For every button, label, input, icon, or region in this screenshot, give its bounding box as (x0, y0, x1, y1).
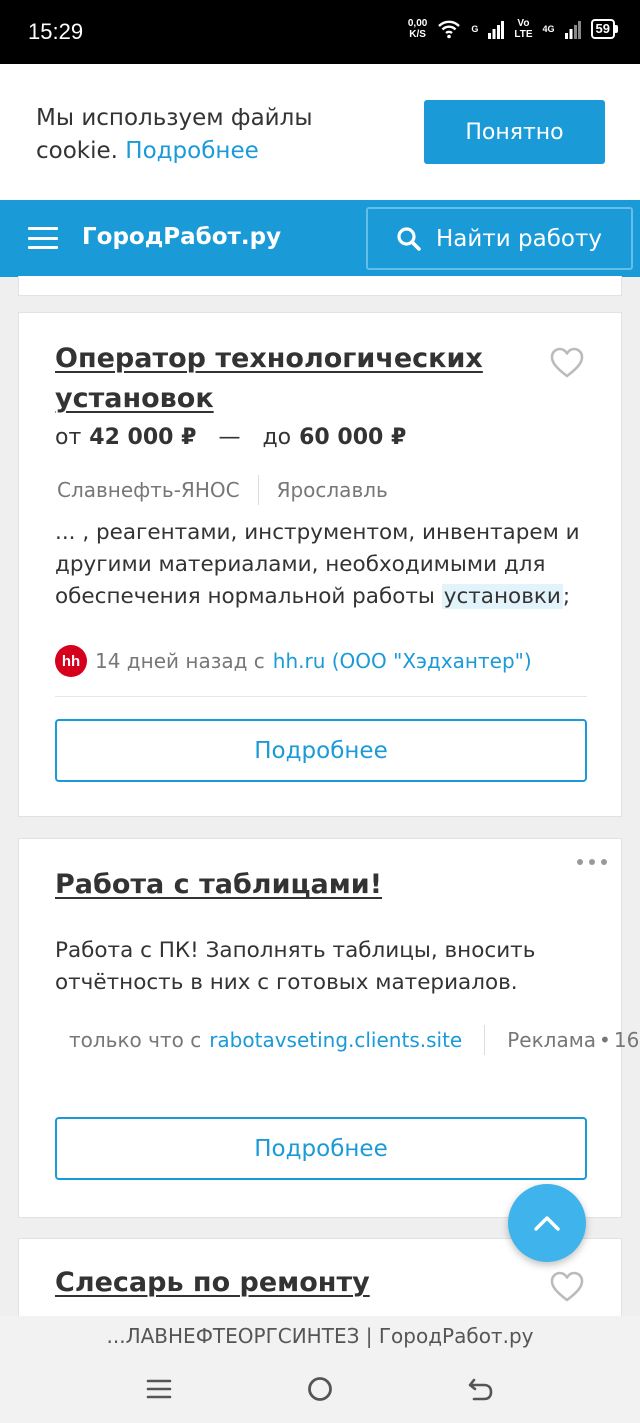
source-link[interactable]: hh.ru (ООО "Хэдхантер") (273, 649, 532, 673)
status-time: 15:29 (28, 19, 84, 44)
site-logo[interactable]: ГородРабот.ру (82, 224, 281, 250)
recent-apps-icon[interactable] (142, 1372, 176, 1406)
system-nav-bar (0, 1356, 640, 1423)
scroll-to-top-button[interactable] (508, 1184, 586, 1262)
cookie-accept-button[interactable]: Понятно (424, 100, 605, 164)
source-time: 14 дней назад с (95, 649, 265, 673)
home-circle-icon[interactable] (303, 1372, 337, 1406)
salary-dash: — (218, 425, 241, 450)
ad-label: Реклама (507, 1028, 597, 1052)
ad-age: 16 (613, 1028, 640, 1052)
vacancy-meta: Славнефть-ЯНОС Ярославль (57, 475, 388, 505)
vacancy-more-button[interactable]: Подробнее (55, 719, 587, 782)
signal-icon (488, 21, 505, 39)
find-job-label: Найти работу (436, 225, 602, 252)
network-speed: 0,00 K/S (408, 18, 427, 40)
ad-text: Работа с ПК! Заполнять таблицы, вносить … (55, 938, 536, 995)
ad-source: только что с rabotavseting.clients.site … (69, 1025, 639, 1055)
status-bar: 15:29 0,00 K/S G Vo LTE 4G 59 (0, 0, 640, 64)
search-icon (397, 226, 421, 251)
more-dots-icon[interactable] (577, 859, 607, 867)
cookie-banner: Мы используем файлы cookie. Подробнее По… (0, 64, 640, 200)
salary-from: 42 000 ₽ (89, 425, 197, 450)
status-icons: 0,00 K/S G Vo LTE 4G 59 (408, 18, 618, 40)
battery-icon: 59 (590, 19, 618, 39)
network-tag-g: G (471, 24, 479, 34)
back-arrow-icon[interactable] (464, 1372, 498, 1406)
hh-logo: hh (55, 645, 87, 677)
battery-level: 59 (590, 19, 615, 39)
meta-divider (257, 475, 259, 505)
signal-icon-2 (564, 21, 581, 39)
wifi-icon (438, 20, 461, 39)
ad-source-link[interactable]: rabotavseting.clients.site (209, 1028, 462, 1052)
chevron-up-icon (534, 1216, 560, 1231)
vacancy-title[interactable]: Слесарь по ремонту (55, 1263, 525, 1303)
ad-more-button[interactable]: Подробнее (55, 1117, 587, 1180)
network-tag-volte: Vo LTE (514, 18, 533, 40)
vacancy-card: Оператор технологических установок от 42… (18, 312, 622, 817)
site-header: ГородРабот.ру Найти работу (0, 200, 640, 277)
salary-to-prefix: до (262, 425, 292, 450)
cookie-more-link[interactable]: Подробнее (125, 138, 258, 164)
vacancy-company: Славнефть-ЯНОС (57, 478, 240, 502)
ad-card: Работа с таблицами! Работа с ПК! Заполня… (18, 838, 639, 1218)
vacancy-snippet: ... , реагентами, инструментом, инвентар… (55, 520, 580, 609)
vacancy-salary: от 42 000 ₽ — до 60 000 ₽ (55, 425, 406, 450)
heart-outline-icon[interactable] (549, 345, 585, 381)
heart-outline-icon[interactable] (549, 1269, 585, 1305)
page-title-bar: ...ЛАВНЕФТЕОРГСИНТЕЗ | ГородРабот.ру (0, 1316, 640, 1356)
ad-source-time: только что с (69, 1028, 202, 1052)
snippet-highlight: установки (441, 584, 563, 609)
network-speed-unit: K/S (409, 29, 426, 40)
salary-to: 60 000 ₽ (299, 425, 407, 450)
previous-card-bottom (18, 276, 622, 296)
vacancy-source: hh 14 дней назад с hh.ru (ООО "Хэдхантер… (55, 645, 532, 677)
network-tag-4g: 4G (542, 24, 555, 34)
vacancy-title[interactable]: Оператор технологических установок (55, 339, 525, 419)
salary-from-prefix: от (55, 425, 82, 450)
vacancy-city: Ярославль (276, 478, 388, 502)
cookie-text: Мы используем файлы cookie. Подробнее (36, 102, 376, 168)
meta-divider (484, 1025, 486, 1055)
ad-title[interactable]: Работа с таблицами! (55, 865, 525, 905)
find-job-button[interactable]: Найти работу (366, 207, 633, 270)
network-speed-value: 0,00 (407, 18, 428, 29)
card-divider (55, 696, 587, 697)
hamburger-menu-icon[interactable] (28, 227, 58, 249)
